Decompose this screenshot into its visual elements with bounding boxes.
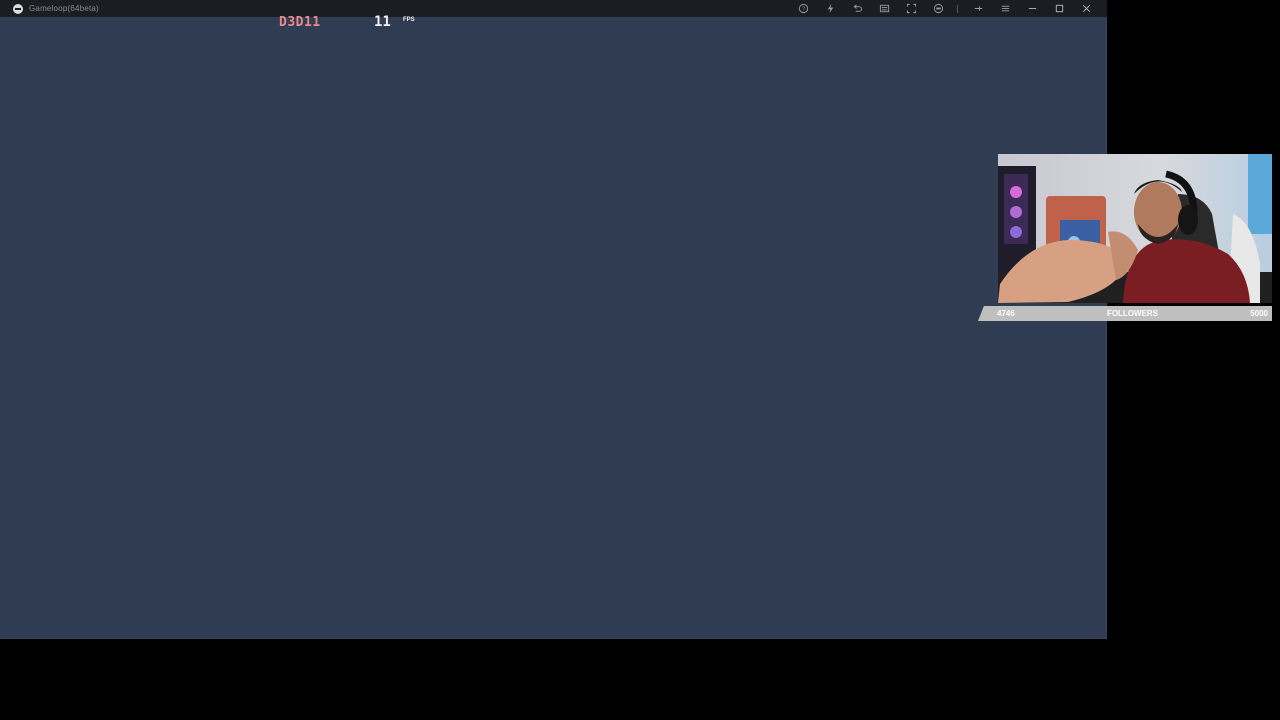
webcam-overlay (998, 154, 1272, 303)
followers-current: 4746 (997, 309, 1015, 318)
svg-text:?: ? (801, 7, 804, 13)
fps-counter: 11 (374, 14, 391, 30)
boost-icon[interactable] (823, 2, 837, 16)
webcam-feed-image (998, 154, 1272, 303)
fps-unit-label: FPS (403, 17, 415, 23)
followers-goal-bar: 4746 FOLLOWERS 5000 (978, 306, 1272, 321)
menu-icon[interactable] (998, 2, 1012, 16)
renderer-label: D3D11 (279, 15, 321, 30)
keyboard-icon[interactable] (877, 2, 891, 16)
minimize-icon[interactable] (1025, 2, 1039, 16)
pin-icon[interactable] (971, 2, 985, 16)
gameloop-logo-icon (13, 3, 23, 14)
undo-icon[interactable] (850, 2, 864, 16)
toolbar-divider (957, 4, 958, 13)
help-icon[interactable]: ? (796, 2, 810, 16)
window-title: Gameloop(64beta) (29, 4, 99, 13)
followers-goal: 5000 (1250, 309, 1268, 318)
close-icon[interactable] (1079, 2, 1093, 16)
maximize-icon[interactable] (1052, 2, 1066, 16)
gamepad-icon[interactable] (931, 2, 945, 16)
emulator-window: Gameloop(64beta) ? D3D11 11 FPS (0, 0, 1107, 639)
fullscreen-icon[interactable] (904, 2, 918, 16)
title-bar-controls: ? (783, 0, 1093, 17)
followers-label: FOLLOWERS (1106, 309, 1159, 318)
title-bar[interactable]: Gameloop(64beta) ? (0, 0, 1107, 17)
